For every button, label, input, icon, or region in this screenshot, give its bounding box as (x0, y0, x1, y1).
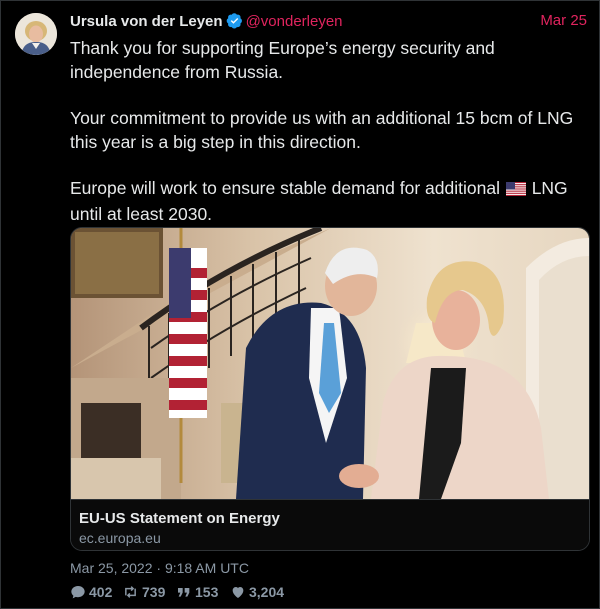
quote-icon (178, 588, 190, 597)
reply-button[interactable]: 402 (70, 584, 112, 602)
author-name[interactable]: Ursula von der Leyen (70, 13, 223, 30)
tweet-paragraph-1: Thank you for supporting Europe’s energy… (70, 38, 495, 82)
tweet-timestamp[interactable]: Mar 25, 2022 · 9:18 AM UTC (70, 560, 249, 576)
tweet-paragraph-3-start: Europe will work to ensure stable demand… (70, 178, 505, 198)
heart-icon (232, 587, 244, 598)
link-card[interactable]: EU-US Statement on Energy ec.europa.eu (70, 227, 590, 551)
us-flag-icon (505, 178, 526, 202)
verified-badge-icon (226, 12, 243, 33)
card-footer: EU-US Statement on Energy ec.europa.eu (71, 499, 589, 550)
quote-button[interactable]: 153 (176, 584, 218, 602)
tweet-paragraph-2: Your commitment to provide us with an ad… (70, 108, 574, 152)
tweet: Ursula von der Leyen @vonderleyen Mar 25 … (0, 0, 600, 609)
like-count: 3,204 (249, 584, 285, 600)
card-title: EU-US Statement on Energy (79, 510, 280, 527)
card-photo (71, 228, 589, 499)
avatar-image (15, 13, 57, 55)
tweet-paragraph-3: Europe will work to ensure stable demand… (70, 176, 590, 226)
retweet-button[interactable]: 739 (122, 584, 165, 602)
card-domain: ec.europa.eu (79, 530, 161, 546)
comment-icon (71, 586, 85, 599)
tweet-header: Ursula von der Leyen @vonderleyen Mar 25 (70, 12, 587, 32)
tweet-text: Thank you for supporting Europe’s energy… (70, 36, 590, 226)
reply-count: 402 (89, 584, 113, 600)
avatar[interactable] (15, 13, 57, 55)
like-button[interactable]: 3,204 (230, 584, 284, 602)
author-handle[interactable]: @vonderleyen (246, 13, 343, 30)
quote-count: 153 (195, 584, 219, 600)
retweet-count: 739 (142, 584, 166, 600)
tweet-date[interactable]: Mar 25 (540, 12, 587, 29)
retweet-icon (125, 586, 136, 598)
